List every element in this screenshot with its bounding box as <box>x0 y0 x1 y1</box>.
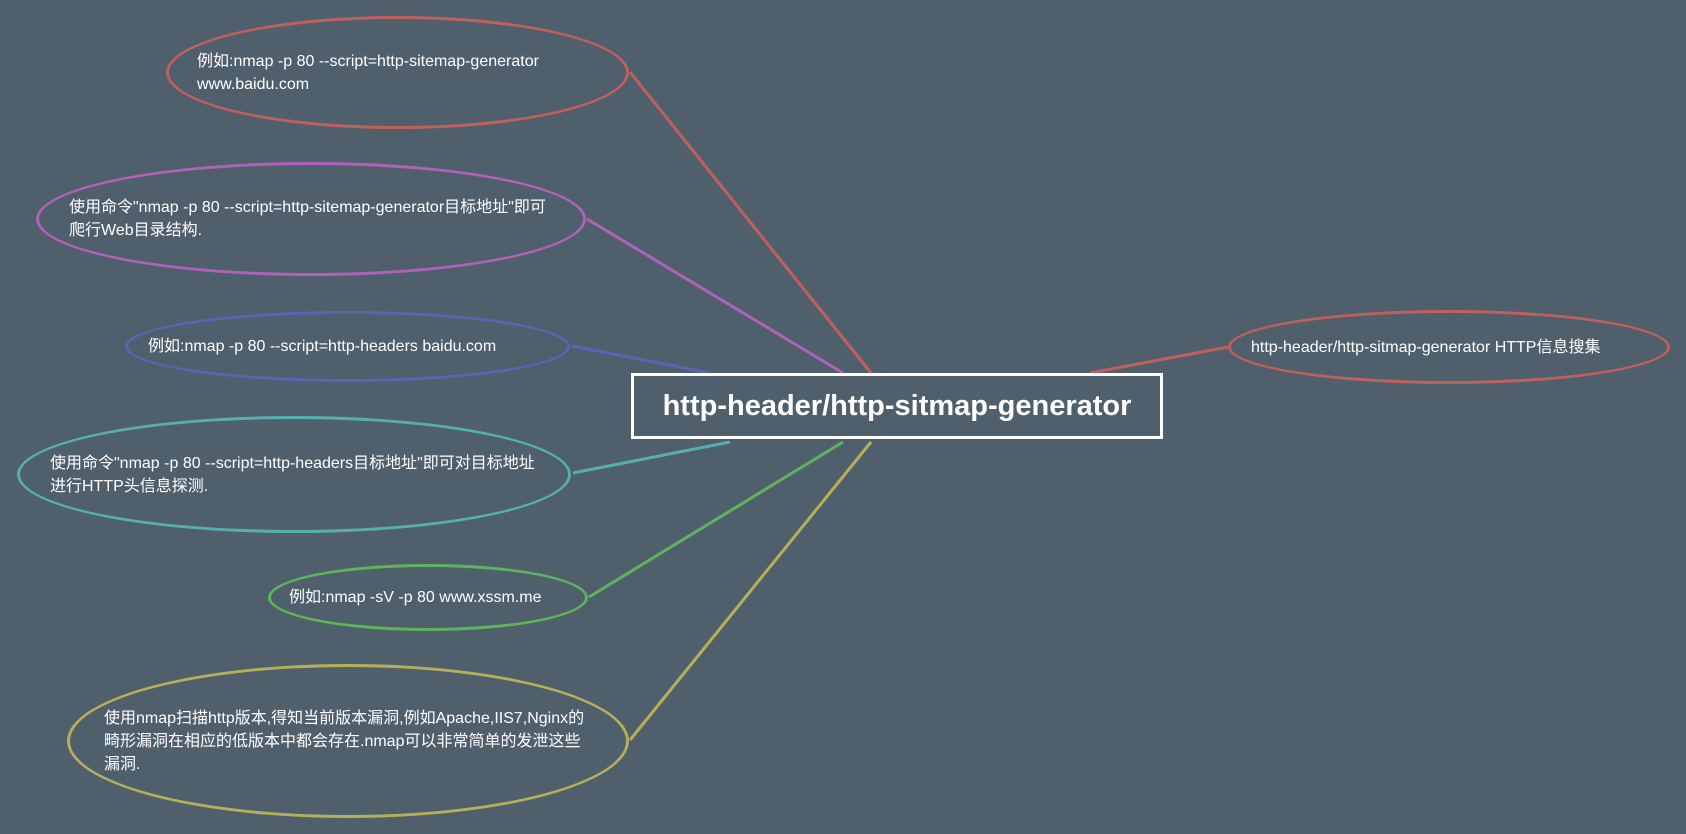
link-left-node-1 <box>628 71 873 374</box>
left-node-5-label: 例如:nmap -sV -p 80 www.xssm.me <box>289 589 542 606</box>
link-left-node-5 <box>588 440 844 599</box>
left-node-1[interactable]: 例如:nmap -p 80 --script=http-sitemap-gene… <box>166 16 629 129</box>
link-right-node <box>1089 345 1229 375</box>
right-topic-label: http-header/http-sitmap-generator HTTP信息… <box>1251 338 1601 356</box>
link-left-node-4 <box>572 440 731 475</box>
left-node-4[interactable]: 使用命令"nmap -p 80 --script=http-headers目标地… <box>17 416 571 533</box>
left-node-6-label: 使用nmap扫描http版本,得知当前版本漏洞,例如Apache,IIS7,Ng… <box>104 709 585 773</box>
left-node-4-label: 使用命令"nmap -p 80 --script=http-headers目标地… <box>50 454 535 495</box>
central-topic[interactable]: http-header/http-sitmap-generator <box>631 373 1163 439</box>
mindmap-canvas: http-header/http-sitmap-generator http-h… <box>0 0 1686 834</box>
left-node-1-label: 例如:nmap -p 80 --script=http-sitemap-gene… <box>197 52 539 93</box>
link-left-node-2 <box>586 217 844 375</box>
link-left-node-6 <box>628 441 873 741</box>
left-node-3-label: 例如:nmap -p 80 --script=http-headers baid… <box>148 338 497 355</box>
left-node-5[interactable]: 例如:nmap -sV -p 80 www.xssm.me <box>268 564 588 631</box>
left-node-3[interactable]: 例如:nmap -p 80 --script=http-headers baid… <box>125 311 570 382</box>
central-topic-label: http-header/http-sitmap-generator <box>662 389 1132 422</box>
right-topic-node[interactable]: http-header/http-sitmap-generator HTTP信息… <box>1228 310 1670 384</box>
left-node-2[interactable]: 使用命令"nmap -p 80 --script=http-sitemap-ge… <box>36 162 586 276</box>
link-left-node-3 <box>571 344 711 375</box>
left-node-2-label: 使用命令"nmap -p 80 --script=http-sitemap-ge… <box>69 199 546 239</box>
left-node-6[interactable]: 使用nmap扫描http版本,得知当前版本漏洞,例如Apache,IIS7,Ng… <box>67 664 629 818</box>
